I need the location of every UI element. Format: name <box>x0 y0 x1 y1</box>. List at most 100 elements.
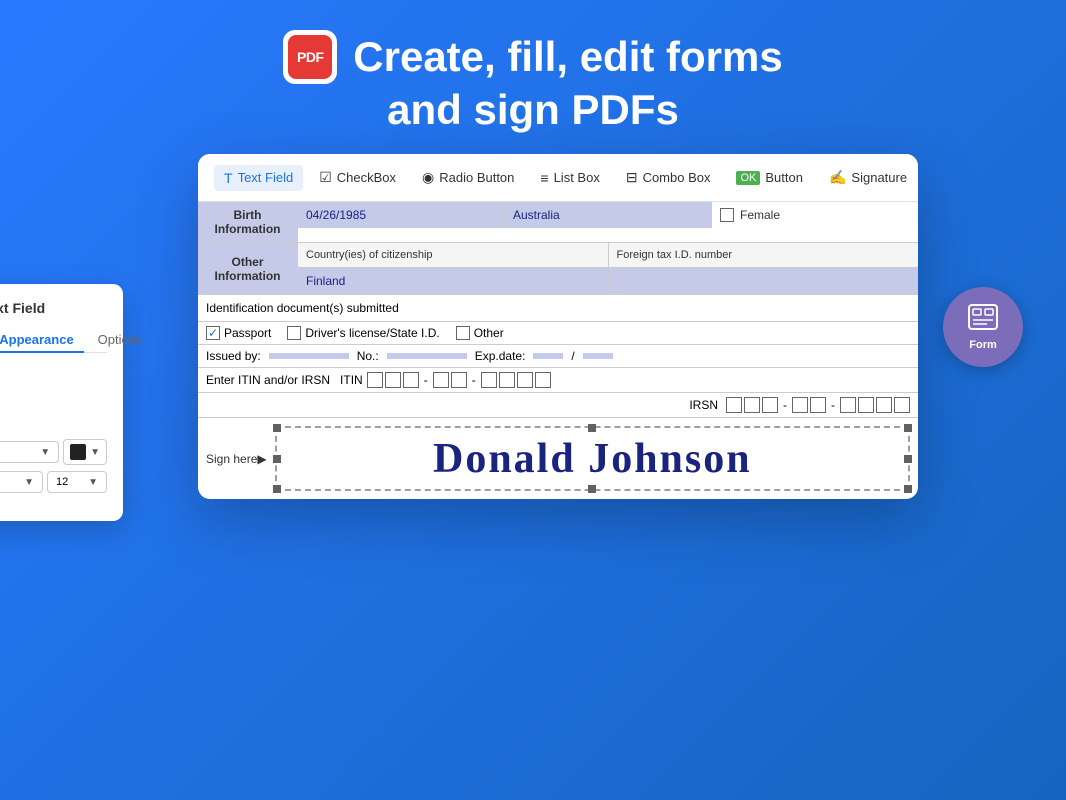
itin-enter-label: Enter ITIN and/or IRSN <box>206 373 330 387</box>
header-title-line1: Create, fill, edit forms <box>353 33 782 81</box>
toolbar-button[interactable]: OK Button <box>726 165 813 190</box>
app-logo: PDF <box>283 30 337 84</box>
irsn-dash2: - <box>831 398 835 412</box>
toolbar-combobox[interactable]: ⊟ Combo Box <box>616 164 721 191</box>
resize-br[interactable] <box>904 485 912 493</box>
ident-header-label: Identification document(s) submitted <box>206 301 399 315</box>
tab-appearance[interactable]: Appearance <box>0 328 84 353</box>
birth-date-field[interactable]: 04/26/1985 <box>298 202 505 228</box>
radio-icon: ◉ <box>422 169 434 186</box>
form-floating-button[interactable]: Form <box>943 287 1023 367</box>
irsn-label: IRSN <box>689 398 718 412</box>
drivers-item: Driver's license/State I.D. <box>287 326 439 340</box>
combobox-label: Combo Box <box>643 170 711 185</box>
itin-box-8[interactable] <box>517 372 533 388</box>
issued-by-field[interactable] <box>269 353 349 359</box>
resize-bm[interactable] <box>588 485 596 493</box>
itin-label: ITIN <box>340 373 363 387</box>
passport-checkbox[interactable]: ✓ <box>206 326 220 340</box>
other-doc-checkbox[interactable] <box>456 326 470 340</box>
font-color-swatch <box>70 444 86 460</box>
irsn-box-9[interactable] <box>894 397 910 413</box>
toolbar-checkbox[interactable]: ☑ CheckBox <box>309 164 406 191</box>
font-name-arrow: ▼ <box>40 447 50 458</box>
irsn-box-5[interactable] <box>810 397 826 413</box>
exp-field2[interactable] <box>583 353 613 359</box>
birth-country-field[interactable]: Australia <box>505 202 712 228</box>
font-style-arrow: ▼ <box>24 477 34 488</box>
irsn-box-3[interactable] <box>762 397 778 413</box>
itin-box-9[interactable] <box>535 372 551 388</box>
passport-item: ✓ Passport <box>206 326 271 340</box>
itin-box-3[interactable] <box>403 372 419 388</box>
itin-box-2[interactable] <box>385 372 401 388</box>
font-label: Font <box>0 421 107 435</box>
irsn-box-1[interactable] <box>726 397 742 413</box>
toolbar-text-field[interactable]: T Text Field <box>214 165 303 191</box>
itin-box-7[interactable] <box>499 372 515 388</box>
citizenship-label: Country(ies) of citizenship <box>298 243 609 267</box>
font-color-dropdown[interactable]: ▼ <box>63 439 107 465</box>
itin-boxes-2 <box>433 372 467 388</box>
text-field-label: Text Field <box>238 170 294 185</box>
font-name-row: Courier New ▼ ▼ <box>0 439 107 465</box>
toolbar-signature[interactable]: ✍ Signature <box>819 164 917 191</box>
itin-boxes-1 <box>367 372 419 388</box>
birth-info-label: Birth Information <box>198 202 298 242</box>
itin-box-6[interactable] <box>481 372 497 388</box>
text-field-panel: Text Field General Appearance Options Co… <box>0 284 123 521</box>
birth-info-row: Birth Information 04/26/1985 Australia F… <box>198 202 918 243</box>
panel-title: Text Field <box>0 300 107 316</box>
font-field: Font Courier New ▼ ▼ Regular ▼ 12 ▼ <box>0 421 107 493</box>
resize-tl[interactable] <box>273 424 281 432</box>
resize-tr[interactable] <box>904 424 912 432</box>
itin-box-1[interactable] <box>367 372 383 388</box>
exp-field[interactable] <box>533 353 563 359</box>
no-label: No.: <box>357 349 379 363</box>
listbox-label: List Box <box>554 170 600 185</box>
irsn-boxes-3 <box>840 397 910 413</box>
irsn-box-6[interactable] <box>840 397 856 413</box>
gender-label: Female <box>740 208 780 222</box>
birth-fields: 04/26/1985 Australia Female <box>298 202 918 242</box>
main-area: Text Field General Appearance Options Co… <box>83 154 983 499</box>
irsn-box-2[interactable] <box>744 397 760 413</box>
signature-icon: ✍ <box>829 169 846 186</box>
tab-options[interactable]: Options <box>88 328 153 353</box>
font-name-dropdown[interactable]: Courier New ▼ <box>0 441 59 463</box>
resize-tm[interactable] <box>588 424 596 432</box>
gender-checkbox[interactable] <box>720 208 734 222</box>
irsn-box-7[interactable] <box>858 397 874 413</box>
ident-checkboxes: ✓ Passport Driver's license/State I.D. O… <box>198 322 918 345</box>
signature-text: Donald Johnson <box>433 435 752 483</box>
signature-label: Signature <box>851 170 907 185</box>
resize-ml[interactable] <box>273 455 281 463</box>
no-field[interactable] <box>387 353 467 359</box>
drivers-checkbox[interactable] <box>287 326 301 340</box>
resize-mr[interactable] <box>904 455 912 463</box>
resize-bl[interactable] <box>273 485 281 493</box>
font-size-value: 12 <box>56 476 68 488</box>
itin-box-4[interactable] <box>433 372 449 388</box>
other-doc-item: Other <box>456 326 504 340</box>
font-style-dropdown[interactable]: Regular ▼ <box>0 471 43 493</box>
form-button-icon <box>967 303 999 337</box>
radio-label: Radio Button <box>439 170 514 185</box>
passport-label: Passport <box>224 326 271 340</box>
irsn-box-4[interactable] <box>792 397 808 413</box>
irsn-box-8[interactable] <box>876 397 892 413</box>
tax-id-value[interactable] <box>609 268 919 294</box>
citizenship-value[interactable]: Finland <box>298 268 609 294</box>
citizenship-value-row: Finland <box>298 268 918 294</box>
itin-dash1: - <box>424 373 428 387</box>
toolbar-radio[interactable]: ◉ Radio Button <box>412 164 524 191</box>
signature-box[interactable]: Donald Johnson <box>275 426 910 491</box>
checkbox-label: CheckBox <box>337 170 396 185</box>
toolbar-listbox[interactable]: ≡ List Box <box>530 165 609 191</box>
font-size-dropdown[interactable]: 12 ▼ <box>47 471 107 493</box>
itin-row: Enter ITIN and/or IRSN ITIN - - <box>198 368 918 393</box>
birth-gender-row: Female <box>712 202 918 228</box>
sign-row: Sign here▶ Donald Johnson <box>198 418 918 499</box>
itin-box-5[interactable] <box>451 372 467 388</box>
tax-id-label: Foreign tax I.D. number <box>609 243 919 267</box>
